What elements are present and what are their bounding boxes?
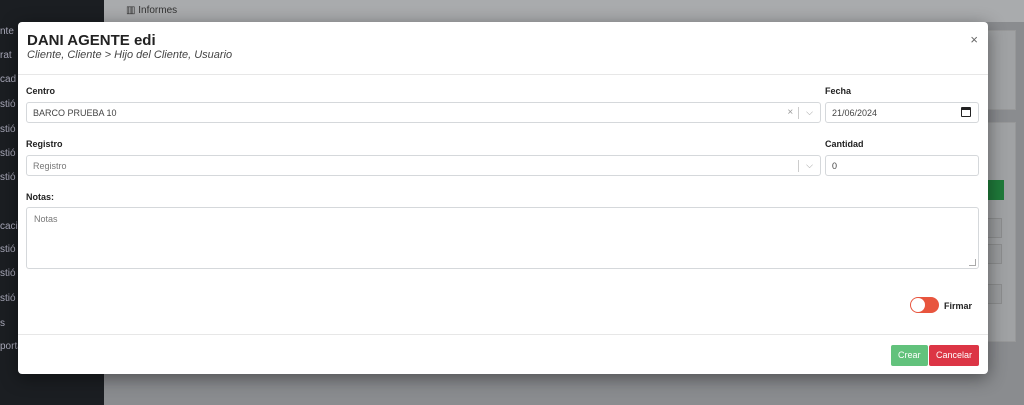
registro-placeholder: Registro — [33, 161, 67, 171]
cantidad-input[interactable]: 0 — [825, 155, 979, 176]
notas-textarea[interactable]: Notas — [26, 207, 979, 269]
sidebar-item[interactable]: stió — [0, 172, 16, 183]
toggle-knob — [911, 298, 925, 312]
breadcrumb: ▥ Informes — [126, 5, 178, 16]
sidebar-item[interactable]: s — [0, 318, 5, 329]
cantidad-value: 0 — [832, 161, 838, 171]
registro-label: Registro — [26, 139, 63, 149]
firmar-label: Firmar — [944, 301, 973, 311]
sidebar-item[interactable]: nte — [0, 26, 14, 37]
sidebar-item[interactable]: stió — [0, 244, 16, 255]
resize-handle-icon[interactable] — [969, 259, 976, 266]
calendar-icon[interactable] — [961, 107, 971, 117]
sidebar-item[interactable]: stió — [0, 148, 16, 159]
chevron-down-icon[interactable]: ⌵ — [799, 160, 820, 171]
notas-label: Notas: — [26, 192, 55, 202]
chevron-down-icon[interactable]: ⌵ — [799, 107, 820, 118]
firmar-toggle[interactable] — [910, 297, 939, 313]
centro-value: BARCO PRUEBA 10 — [33, 108, 117, 118]
modal-subtitle: Cliente, Cliente > Hijo del Cliente, Usu… — [27, 49, 233, 61]
page-header: ▥ Informes — [104, 0, 1024, 22]
centro-select[interactable]: BARCO PRUEBA 10 × ⌵ — [26, 102, 821, 123]
create-record-modal: DANI AGENTE edi Cliente, Cliente > Hijo … — [18, 22, 988, 374]
fecha-value: 21/06/2024 — [832, 108, 878, 118]
notas-placeholder: Notas — [34, 214, 58, 224]
sidebar-item[interactable]: stió — [0, 124, 16, 135]
crear-button[interactable]: Crear — [891, 345, 928, 366]
close-icon[interactable]: × — [970, 32, 978, 47]
centro-label: Centro — [26, 86, 55, 96]
modal-header: DANI AGENTE edi Cliente, Cliente > Hijo … — [18, 22, 988, 75]
sidebar-item[interactable]: stió — [0, 293, 16, 304]
cancelar-button[interactable]: Cancelar — [929, 345, 980, 366]
modal-footer: Crear Cancelar — [18, 334, 988, 374]
registro-select[interactable]: Registro ⌵ — [26, 155, 821, 176]
cantidad-label: Cantidad — [825, 139, 864, 149]
sidebar-item[interactable]: stió — [0, 268, 16, 279]
fecha-label: Fecha — [825, 86, 852, 96]
breadcrumb-label: Informes — [138, 5, 178, 16]
sidebar-item[interactable]: rat — [0, 50, 12, 61]
fecha-date-input[interactable]: 21/06/2024 — [825, 102, 979, 123]
sidebar-item[interactable]: stió — [0, 99, 16, 110]
clear-icon[interactable]: × — [782, 107, 798, 118]
sidebar-item[interactable]: cad — [0, 74, 16, 85]
modal-title: DANI AGENTE edi — [27, 32, 156, 49]
